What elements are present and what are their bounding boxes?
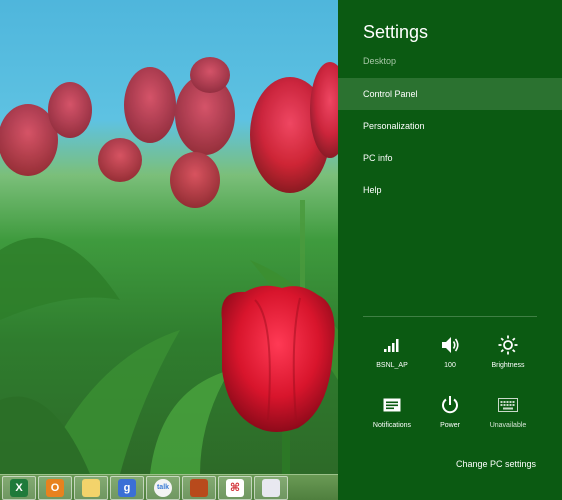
speaker-volume-icon bbox=[439, 334, 461, 356]
volume-label: 100 bbox=[444, 362, 456, 369]
quick-settings-grid: BSNL_AP 100 Brightness Notifications Pow… bbox=[363, 334, 541, 440]
google-icon: g bbox=[118, 478, 136, 497]
volume-tile[interactable]: 100 bbox=[421, 334, 479, 380]
change-pc-settings-link[interactable]: Change PC settings bbox=[456, 459, 536, 469]
power-tile[interactable]: Power bbox=[421, 394, 479, 440]
keyboard-label: Unavailable bbox=[489, 422, 527, 429]
taskbar-button-google-talk[interactable]: talk bbox=[146, 475, 180, 500]
taskbar-button-excel[interactable]: X bbox=[2, 475, 36, 500]
keyboard-icon bbox=[497, 394, 519, 416]
power-icon bbox=[439, 394, 461, 416]
desktop-wallpaper bbox=[0, 0, 338, 474]
brightness-tile[interactable]: Brightness bbox=[479, 334, 537, 380]
brightness-sun-icon bbox=[497, 334, 519, 356]
menu-item-pc-info[interactable]: PC info bbox=[338, 142, 562, 174]
excel-icon: X bbox=[10, 478, 28, 497]
tulip-wallpaper-image bbox=[0, 57, 338, 474]
outlook-icon: O bbox=[46, 478, 64, 497]
network-tile[interactable]: BSNL_AP bbox=[363, 334, 421, 380]
taskbar-button-outlook[interactable]: O bbox=[38, 475, 72, 500]
paint-icon bbox=[262, 478, 280, 497]
taskbar-button-file-explorer[interactable] bbox=[74, 475, 108, 500]
wifi-signal-icon bbox=[381, 334, 403, 356]
quick-settings-divider bbox=[363, 316, 537, 317]
settings-title: Settings bbox=[363, 22, 429, 42]
taskbar-button-paint[interactable] bbox=[254, 475, 288, 500]
media-app-icon bbox=[190, 478, 208, 497]
notifications-tile[interactable]: Notifications bbox=[363, 394, 421, 440]
taskbar-button-adobe-reader[interactable]: ⌘ bbox=[218, 475, 252, 500]
taskbar-button-google[interactable]: g bbox=[110, 475, 144, 500]
brightness-label: Brightness bbox=[491, 362, 525, 369]
power-label: Power bbox=[440, 422, 460, 429]
notifications-label: Notifications bbox=[372, 422, 412, 429]
adobe-reader-icon: ⌘ bbox=[226, 478, 244, 497]
taskbar-button-media-app[interactable] bbox=[182, 475, 216, 500]
settings-context-label: Desktop bbox=[363, 56, 397, 66]
settings-charm-panel: Settings Desktop Control Panel Personali… bbox=[338, 0, 562, 500]
keyboard-tile[interactable]: Unavailable bbox=[479, 394, 537, 440]
menu-item-personalization[interactable]: Personalization bbox=[338, 110, 562, 142]
notifications-icon bbox=[381, 394, 403, 416]
file-explorer-icon bbox=[82, 478, 100, 497]
menu-item-help[interactable]: Help bbox=[338, 174, 562, 206]
google-talk-icon: talk bbox=[154, 478, 172, 497]
network-label: BSNL_AP bbox=[376, 362, 408, 369]
menu-item-control-panel[interactable]: Control Panel bbox=[338, 78, 562, 110]
settings-menu: Control Panel Personalization PC info He… bbox=[338, 78, 562, 206]
taskbar: X Og talk ⌘ bbox=[0, 474, 338, 500]
